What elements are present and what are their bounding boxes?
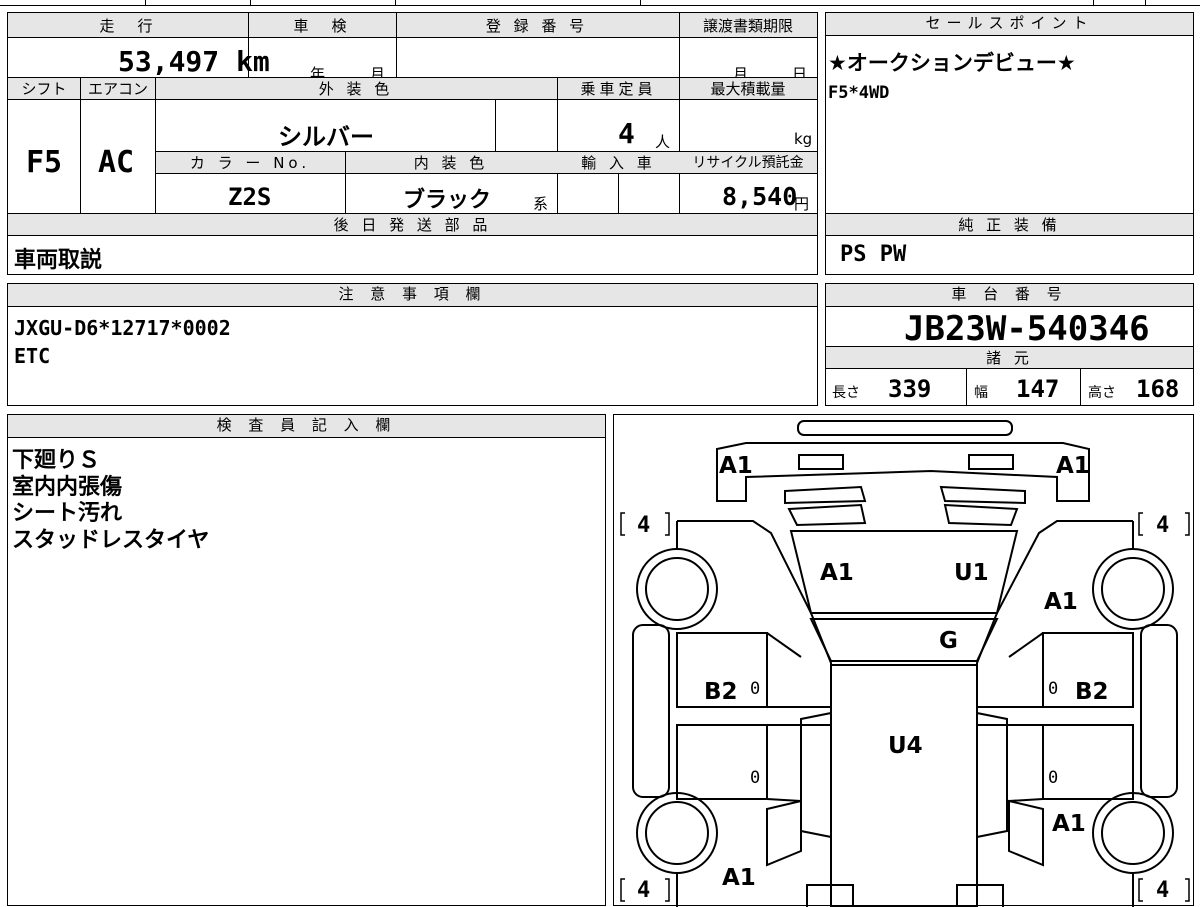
transfer-deadline-label: 譲渡書類期限 — [702, 17, 793, 35]
later-parts-label: 後 日 発 送 部 品 — [333, 216, 492, 234]
inspector-label: 検 査 員 記 入 欄 — [8, 415, 605, 438]
inspector-panel: 検 査 員 記 入 欄 下廻りＳ 室内内張傷 シート汚れ スタッドレスタイヤ — [7, 414, 606, 906]
code-front-left-corner: A1 — [719, 453, 753, 479]
code-windshield: G — [939, 628, 958, 654]
notes-line-2: ETC — [14, 344, 51, 368]
sales-point-line-2: F5*4WD — [828, 83, 890, 103]
interior-color-value: ブラック — [403, 188, 492, 213]
chassis-panel: 車 台 番 号 JB23W-540346 諸 元 長さ 339 幅 147 高さ… — [825, 283, 1194, 406]
notes-label: 注 意 事 項 欄 — [8, 284, 817, 307]
width-value: 147 — [1016, 375, 1060, 403]
sales-points-label: セールスポイント — [826, 13, 1193, 36]
max-load-label: 最大積載量 — [710, 80, 786, 98]
tread-rear-right: 4 — [1156, 878, 1170, 903]
recycle-fee-unit: 円 — [794, 195, 810, 213]
shift-value: F5 — [26, 145, 63, 180]
code-right-front-fender: A1 — [1044, 589, 1078, 615]
inspection-label: 車 検 — [293, 17, 351, 35]
tread-front-right: 4 — [1156, 513, 1170, 538]
max-load-unit: kg — [794, 130, 813, 148]
car-outline-diagram — [620, 420, 1190, 907]
car-diagram-panel: A1 A1 A1 U1 A1 G B2 B2 U4 A1 A1 0 0 0 0 … — [613, 414, 1194, 907]
tread-front-left: 4 — [637, 513, 651, 538]
recycle-fee-label: リサイクル預託金 — [692, 155, 804, 171]
length-label: 長さ — [832, 385, 860, 401]
registration-label: 登 録 番 号 — [485, 17, 589, 35]
code-rear-left: A1 — [722, 865, 756, 891]
mileage-label: 走 行 — [99, 17, 157, 35]
depth-left-rear: 0 — [750, 768, 761, 788]
height-label: 高さ — [1088, 385, 1116, 401]
capacity-value: 4 — [618, 117, 635, 150]
later-parts-value: 車両取説 — [14, 248, 103, 273]
tread-rear-left: 4 — [637, 878, 651, 903]
shift-label: シフト — [21, 80, 67, 98]
code-rear-right-fender: A1 — [1052, 811, 1086, 837]
chassis-no-value: JB23W-540346 — [904, 309, 1150, 349]
width-label: 幅 — [974, 385, 988, 401]
sales-point-line-1: ★オークションデビュー★ — [828, 51, 1076, 75]
code-left-door: B2 — [704, 679, 738, 705]
aircon-value: AC — [98, 145, 135, 180]
top-strip — [0, 0, 1200, 8]
vehicle-info-table: 走 行 車 検 登 録 番 号 譲渡書類期限 53,497 km 年 月 月 日… — [7, 12, 818, 275]
code-hood-right: U1 — [954, 560, 989, 586]
color-no-label: カ ラ ー No. — [189, 154, 311, 172]
depth-left-front: 0 — [750, 679, 761, 699]
capacity-label: 乗車定員 — [580, 80, 657, 98]
interior-color-suffix: 系 — [533, 195, 549, 213]
depth-right-front: 0 — [1048, 679, 1059, 699]
code-right-door: B2 — [1075, 679, 1109, 705]
exterior-color-label: 外 装 色 — [318, 80, 394, 98]
chassis-no-label: 車 台 番 号 — [826, 284, 1193, 307]
standard-equipment-label: 純 正 装 備 — [958, 216, 1061, 234]
inspector-line-4: スタッドレスタイヤ — [12, 528, 210, 553]
notes-line-1: JXGU-D6*12717*0002 — [14, 316, 231, 340]
notes-panel: 注 意 事 項 欄 JXGU-D6*12717*0002 ETC — [7, 283, 818, 406]
code-hood-left: A1 — [820, 560, 854, 586]
length-value: 339 — [888, 375, 932, 403]
height-value: 168 — [1136, 375, 1180, 403]
import-car-label: 輸 入 車 — [581, 154, 656, 172]
exterior-color-value: シルバー — [278, 123, 374, 151]
specs-label: 諸 元 — [986, 349, 1033, 367]
interior-color-label: 内 装 色 — [413, 154, 489, 172]
code-roof: U4 — [888, 733, 923, 759]
code-front-right-corner: A1 — [1056, 453, 1090, 479]
depth-right-rear: 0 — [1048, 768, 1059, 788]
sales-points-panel: セールスポイント ★オークションデビュー★ F5*4WD 純 正 装 備 PS … — [825, 12, 1194, 275]
capacity-unit: 人 — [655, 133, 671, 151]
standard-equipment-value: PS PW — [840, 242, 907, 267]
recycle-fee-value: 8,540 — [722, 182, 798, 211]
color-no-value: Z2S — [228, 183, 272, 211]
aircon-label: エアコン — [87, 80, 148, 98]
mileage-value: 53,497 km — [118, 45, 270, 78]
